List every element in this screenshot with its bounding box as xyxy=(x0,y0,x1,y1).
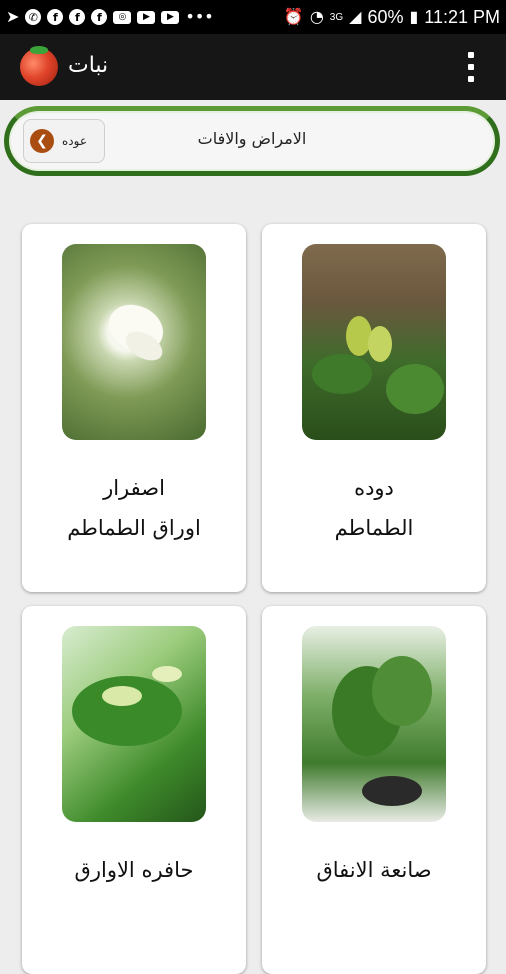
network-type: 3G xyxy=(329,11,344,23)
instagram-icon: ◎ xyxy=(113,10,132,24)
card-label: اصفرار اوراق الطماطم xyxy=(32,468,236,548)
tomato-worm-image xyxy=(302,244,446,440)
battery-percent: 60% xyxy=(367,6,404,27)
card-label: صانعة الانفاق xyxy=(272,850,476,890)
status-bar: ➤ ✆ f f f ◎ ▶ ▶ ••• ⏰ ◔ 3G ◢ 60% ▮ 11:21… xyxy=(0,0,506,34)
battery-icon: ▮ xyxy=(409,7,419,26)
more-notifications-icon: ••• xyxy=(185,7,214,26)
card-leaf-yellowing[interactable]: اصفرار اوراق الطماطم xyxy=(22,224,246,592)
overflow-menu-icon[interactable] xyxy=(468,52,476,82)
tomato-logo-icon xyxy=(20,46,58,86)
system-icons: ⏰ ◔ 3G ◢ 60% ▮ 11:21 PM xyxy=(284,7,500,28)
card-label-line1: اصفرار xyxy=(103,476,165,500)
section-header: ❮ عوده الامراض والافات xyxy=(0,100,506,190)
disease-grid: دوده الطماطم اصفرار اوراق الطماطم صانعة … xyxy=(0,190,506,974)
signal-icon: ◢ xyxy=(349,7,362,26)
card-leaf-borer[interactable]: حافره الاوارق xyxy=(22,606,246,974)
youtube-icon: ▶ xyxy=(161,10,180,24)
header-bar: ❮ عوده الامراض والافات xyxy=(4,106,500,176)
card-label-line1: حافره الاوارق xyxy=(74,858,194,882)
whatsapp-icon: ✆ xyxy=(25,9,42,25)
card-label-line1: دوده xyxy=(354,476,394,500)
card-label-line2: الطماطم xyxy=(334,516,414,540)
app-bar: نبات xyxy=(0,34,506,100)
leaf-miner-image xyxy=(302,626,446,822)
notification-icons: ➤ ✆ f f f ◎ ▶ ▶ ••• xyxy=(6,9,214,25)
telegram-icon: ➤ xyxy=(6,7,20,26)
whitefly-image xyxy=(62,244,206,440)
card-leaf-miner[interactable]: صانعة الانفاق xyxy=(262,606,486,974)
facebook-icon: f xyxy=(47,9,64,25)
facebook-icon: f xyxy=(91,9,108,25)
card-label-line1: صانعة الانفاق xyxy=(316,858,432,882)
youtube-icon: ▶ xyxy=(137,10,156,24)
app-title: نبات xyxy=(68,53,109,78)
page-title: الامراض والافات xyxy=(197,129,307,148)
facebook-icon: f xyxy=(69,9,86,25)
clock: 11:21 PM xyxy=(424,6,500,27)
wifi-icon: ◔ xyxy=(309,7,324,26)
alarm-icon: ⏰ xyxy=(283,7,304,26)
leaf-borer-image xyxy=(62,626,206,822)
card-label: حافره الاوارق xyxy=(32,850,236,890)
card-label-line2: اوراق الطماطم xyxy=(67,516,201,540)
card-tomato-worm[interactable]: دوده الطماطم xyxy=(262,224,486,592)
card-label: دوده الطماطم xyxy=(272,468,476,548)
